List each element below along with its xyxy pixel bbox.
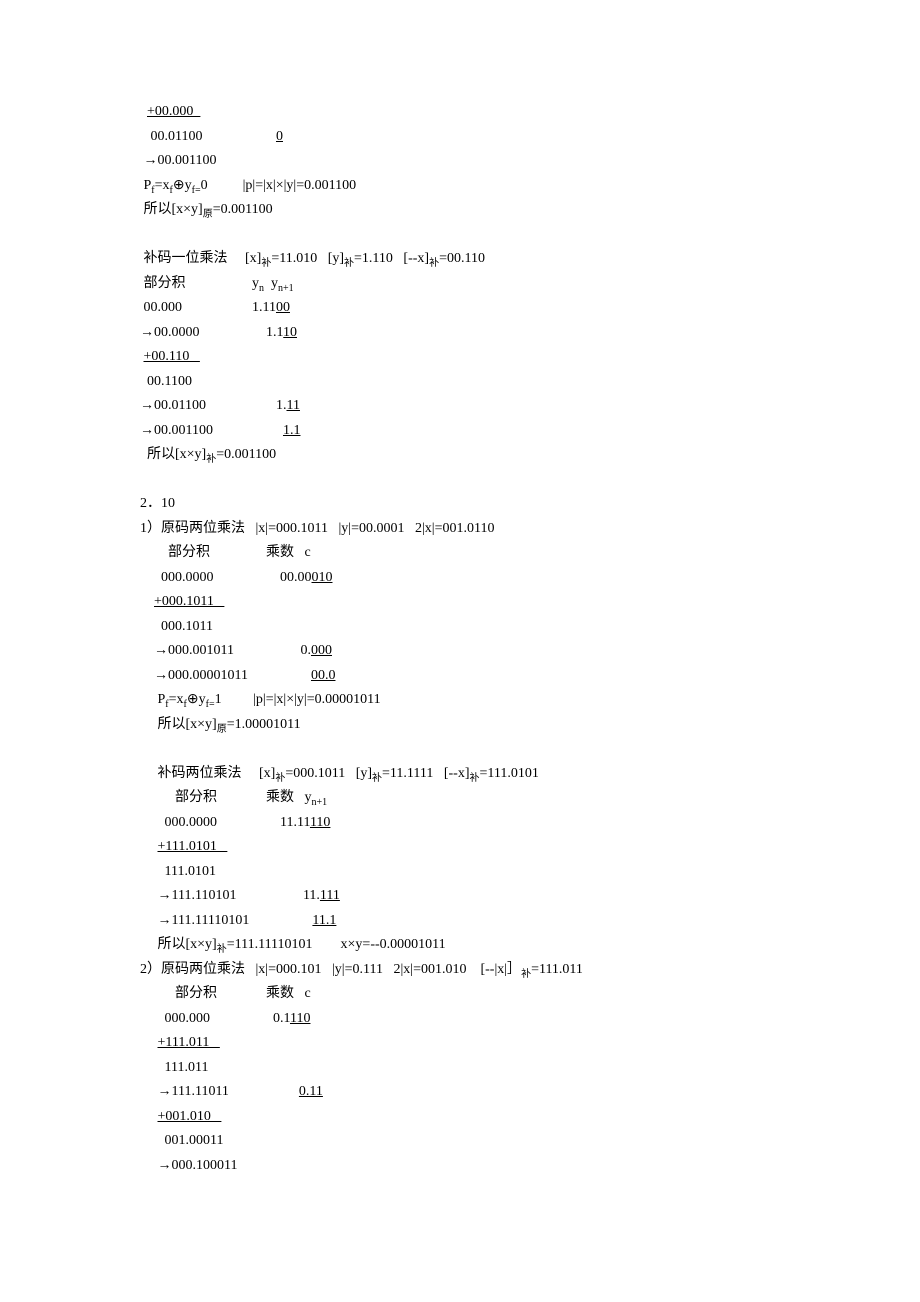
- text-line: 000.0000 11.11110: [140, 811, 780, 836]
- text-line: +000.1011: [140, 590, 780, 615]
- text-line: +111.011: [140, 1031, 780, 1056]
- text-line: →00.001100: [140, 149, 780, 174]
- text-line: 所以[x×y]补=0.001100: [140, 443, 780, 468]
- blank: [140, 468, 780, 493]
- text-line: 000.000 0.1110: [140, 1007, 780, 1032]
- text-line: →111.11011 0.11: [140, 1080, 780, 1105]
- text-line: 00.000 1.1100: [140, 296, 780, 321]
- text-line: +00.110: [140, 345, 780, 370]
- blank: [140, 737, 780, 762]
- text-line: 000.1011: [140, 615, 780, 640]
- text-line: +001.010: [140, 1105, 780, 1130]
- text-line: 补码两位乘法 [x]补=000.1011 [y]补=11.1111 [--x]补…: [140, 762, 780, 787]
- text-line: 部分积 乘数 yn+1: [140, 786, 780, 811]
- text-line: 所以[x×y]原=0.001100: [140, 198, 780, 223]
- text-line: 所以[x×y]补=111.11110101 x×y=--0.00001011: [140, 933, 780, 958]
- text-line: →00.001100 1.1: [140, 419, 780, 444]
- text-line: →000.001011 0.000: [140, 639, 780, 664]
- text-line: →111.11110101 11.1: [140, 909, 780, 934]
- text-line: 补码一位乘法 [x]补=11.010 [y]补=1.110 [--x]补=00.…: [140, 247, 780, 272]
- blank: [140, 223, 780, 248]
- text-line: →000.00001011 00.0: [140, 664, 780, 689]
- text-line: 111.0101: [140, 860, 780, 885]
- text-line: 部分积 乘数 c: [140, 541, 780, 566]
- heading: 1）原码两位乘法 |x|=000.1011 |y|=00.0001 2|x|=0…: [140, 517, 780, 542]
- text-line: 111.011: [140, 1056, 780, 1081]
- text-line: 001.00011: [140, 1129, 780, 1154]
- text-line: Pf=xf⊕yf=1 |p|=|x|×|y|=0.00001011: [140, 688, 780, 713]
- text-line: 000.0000 00.00010: [140, 566, 780, 591]
- text-line: 所以[x×y]原=1.00001011: [140, 713, 780, 738]
- heading: 2．10: [140, 492, 780, 517]
- text-line: 部分积 yn yn+1: [140, 272, 780, 297]
- text-line: +111.0101: [140, 835, 780, 860]
- text-line: →00.0000 1.110: [140, 321, 780, 346]
- text-line: 00.01100 0: [140, 125, 780, 150]
- text-line: →000.100011: [140, 1154, 780, 1179]
- text-line: 部分积 乘数 c: [140, 982, 780, 1007]
- text-line: Pf=xf⊕yf=0 |p|=|x|×|y|=0.001100: [140, 174, 780, 199]
- text-line: →111.110101 11.111: [140, 884, 780, 909]
- text-line: 00.1100: [140, 370, 780, 395]
- text-line: →00.01100 1.11: [140, 394, 780, 419]
- text-line: +00.000: [140, 100, 780, 125]
- heading: 2）原码两位乘法 |x|=000.101 |y|=0.111 2|x|=001.…: [140, 958, 780, 983]
